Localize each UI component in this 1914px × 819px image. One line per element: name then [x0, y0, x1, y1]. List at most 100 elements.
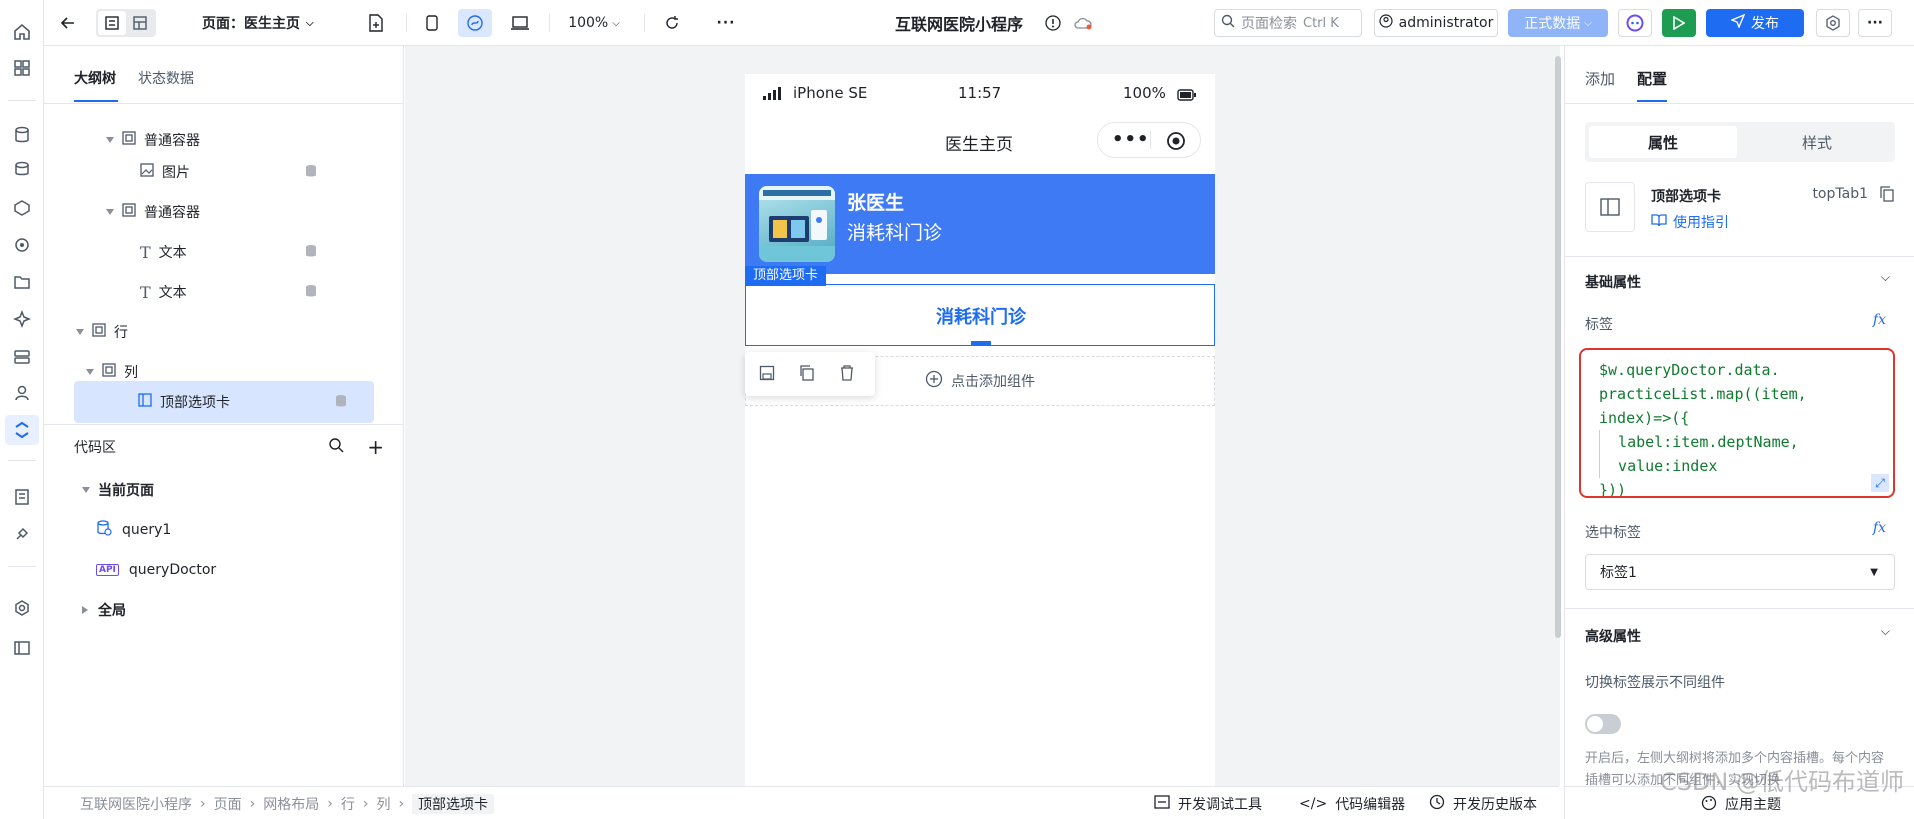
usage-guide-link[interactable]: 使用指引 [1651, 212, 1729, 232]
caret-down-icon[interactable] [86, 369, 94, 375]
collapse-icon[interactable] [10, 636, 34, 660]
settings-icon[interactable] [10, 596, 34, 620]
report-icon[interactable] [10, 485, 34, 509]
breadcrumb-item[interactable]: 行 [341, 794, 355, 814]
section-advanced-title[interactable]: 高级属性 [1585, 626, 1641, 646]
tab-item-label[interactable]: 消耗科门诊 [746, 303, 1216, 329]
copy-icon[interactable] [1880, 186, 1894, 206]
caret-right-icon[interactable] [82, 606, 88, 614]
battery-level: 100% [1123, 84, 1166, 102]
switch-toggle[interactable] [1585, 714, 1621, 734]
app-theme-button[interactable]: 应用主题 [1725, 794, 1781, 814]
selected-label-select[interactable]: 标签1 ▼ [1585, 554, 1895, 590]
database-icon[interactable] [304, 244, 318, 260]
breadcrumb-item[interactable]: 互联网医院小程序 [80, 794, 192, 814]
database-icon[interactable] [304, 284, 318, 300]
more-icon[interactable]: ••• [1112, 129, 1150, 150]
add-icon[interactable]: + [367, 435, 384, 459]
tab-state-data[interactable]: 状态数据 [138, 68, 194, 88]
apps-icon[interactable] [10, 56, 34, 80]
code-group-current[interactable]: 当前页面 [74, 470, 374, 510]
breadcrumb: 互联网医院小程序 › 页面 › 网格布局 › 行 › 列 › 顶部选项卡 [80, 794, 495, 814]
fx-icon[interactable]: fx [1873, 520, 1886, 536]
tree-node-selected[interactable]: 顶部选项卡 [74, 381, 374, 423]
close-circle-icon[interactable] [1166, 131, 1186, 155]
caret-down-icon[interactable] [76, 329, 84, 335]
chevron-down-icon[interactable]: ⌵ [1881, 624, 1890, 639]
breadcrumb-item[interactable]: 页面 [214, 794, 242, 814]
delete-icon[interactable] [839, 365, 855, 385]
tree-node[interactable]: 普通容器 [74, 192, 374, 232]
user-icon[interactable] [10, 381, 34, 405]
label-code-editor[interactable]: $w.queryDoctor.data. practiceList.map((i… [1579, 348, 1895, 498]
page-search-input[interactable]: 页面检索 Ctrl K [1214, 9, 1362, 37]
breadcrumb-item[interactable]: 列 [376, 794, 390, 814]
database-icon[interactable] [334, 394, 348, 410]
canvas-scrollbar[interactable] [1555, 56, 1561, 638]
search-icon [1221, 14, 1235, 32]
code-group-global[interactable]: 全局 [74, 590, 374, 630]
ai-icon[interactable] [10, 307, 34, 331]
query-item[interactable]: query1 [74, 510, 374, 550]
home-icon[interactable] [10, 20, 34, 44]
miniprogram-icon[interactable] [458, 9, 492, 37]
user-menu[interactable]: administrator [1374, 9, 1498, 37]
caret-down-icon[interactable] [106, 209, 114, 215]
debug-tools-button[interactable]: 开发调试工具 [1154, 794, 1262, 814]
flow-icon[interactable] [10, 233, 34, 257]
refresh-icon[interactable] [658, 9, 686, 37]
tab-add[interactable]: 添加 [1585, 68, 1615, 89]
page-view-icon[interactable] [98, 11, 126, 35]
copy-icon[interactable] [799, 365, 815, 385]
segment-style[interactable]: 样式 [1743, 126, 1891, 158]
caret-down-icon[interactable] [82, 487, 90, 493]
capsule-menu[interactable]: ••• [1097, 122, 1201, 158]
history-button[interactable]: 开发历史版本 [1429, 794, 1537, 814]
layout-view-icon[interactable] [126, 11, 154, 35]
tab-config[interactable]: 配置 [1637, 68, 1667, 89]
chevron-down-icon[interactable]: ⌵ [1881, 270, 1890, 285]
tree-node[interactable]: T 文本 [74, 232, 374, 272]
publish-button[interactable]: 发布 [1706, 9, 1804, 37]
code-editor-button[interactable]: </> 代码编辑器 [1299, 794, 1405, 814]
env-select[interactable]: 正式数据 ⌵ [1508, 9, 1608, 37]
tab-outline-tree[interactable]: 大纲树 [74, 68, 116, 88]
storage-icon[interactable] [10, 345, 34, 369]
more-menu-icon[interactable]: ··· [1858, 9, 1892, 37]
plugin-icon[interactable] [10, 522, 34, 546]
info-icon[interactable] [1042, 9, 1064, 37]
page-selector[interactable]: 页面：医生主页 ⌵ [202, 9, 342, 37]
caret-down-icon[interactable] [106, 137, 114, 143]
preview-play-icon[interactable] [1662, 9, 1696, 37]
back-icon[interactable] [54, 9, 82, 37]
ai-assistant-icon[interactable] [1618, 9, 1652, 37]
tree-node[interactable]: T 文本 [74, 272, 374, 312]
view-switch[interactable] [96, 9, 156, 37]
segment-properties[interactable]: 属性 [1589, 126, 1737, 158]
folder-icon[interactable] [10, 270, 34, 294]
data-source-icon[interactable] [10, 158, 34, 182]
desktop-icon[interactable] [506, 9, 534, 37]
add-page-icon[interactable] [362, 9, 390, 37]
section-basic-title[interactable]: 基础属性 [1585, 272, 1641, 292]
mobile-icon[interactable] [418, 9, 446, 37]
more-icon[interactable]: ··· [712, 9, 740, 37]
code-editor-icon[interactable] [5, 415, 39, 445]
top-tab-component[interactable]: 消耗科门诊 [745, 284, 1215, 346]
search-icon[interactable] [328, 437, 344, 457]
tree-node[interactable]: 图片 [74, 152, 374, 192]
breadcrumb-current[interactable]: 顶部选项卡 [412, 794, 495, 814]
fx-icon[interactable]: fx [1873, 312, 1886, 328]
database-icon[interactable] [10, 123, 34, 147]
zoom-select[interactable]: 100% ⌵ [564, 9, 624, 37]
settings-icon[interactable] [1816, 9, 1850, 37]
breadcrumb-item[interactable]: 网格布局 [263, 794, 319, 814]
query-item[interactable]: API queryDoctor [74, 550, 374, 590]
code-area-title: 代码区 [74, 440, 116, 456]
component-icon[interactable] [10, 196, 34, 220]
expand-icon[interactable]: ⤢ [1871, 474, 1889, 492]
tree-node[interactable]: 行 [74, 312, 374, 352]
save-icon[interactable] [759, 365, 775, 385]
database-icon[interactable] [304, 164, 318, 180]
cloud-status-icon[interactable] [1070, 9, 1096, 37]
